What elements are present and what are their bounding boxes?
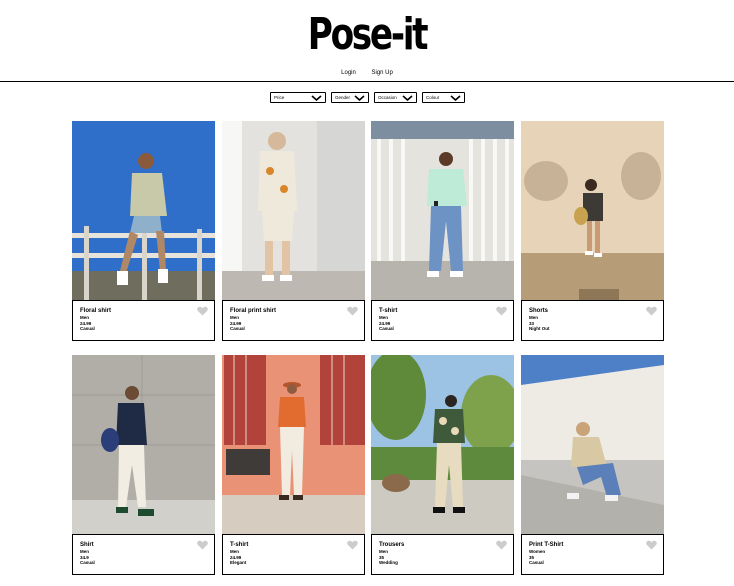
product-occasion: Wedding	[379, 560, 398, 566]
product-info: Floral print shirt Men 24.99 Casual	[222, 300, 365, 341]
product-info: Shorts Men 33 Night Out	[521, 300, 664, 341]
product-occasion: Casual	[379, 326, 394, 332]
product-info: Trousers Men 35 Wedding	[371, 534, 514, 575]
product-info: T-shirt Men 24.99 Casual	[371, 300, 514, 341]
product-info: Print T-Shirt Women 35 Casual	[521, 534, 664, 575]
colour-filter[interactable]: Colour	[422, 92, 465, 103]
product-occasion: Casual	[80, 560, 95, 566]
gender-filter[interactable]: Gender	[331, 92, 369, 103]
colour-filter-label: Colour	[426, 95, 440, 100]
product-photo[interactable]	[72, 121, 215, 300]
heart-icon[interactable]	[347, 540, 358, 550]
product-photo[interactable]	[521, 355, 664, 534]
product-name: Floral shirt	[80, 308, 112, 314]
product-name: Shirt	[80, 542, 94, 548]
product-photo[interactable]	[222, 121, 365, 300]
heart-icon[interactable]	[197, 540, 208, 550]
product-name: Print T-Shirt	[529, 542, 564, 548]
auth-links: Login Sign Up	[0, 70, 734, 76]
product-occasion: Elegant	[230, 560, 247, 566]
price-filter-label: Price	[274, 95, 285, 100]
product-occasion: Night Out	[529, 326, 550, 332]
brand-logo[interactable]: Pose-it	[81, 8, 654, 62]
heart-icon[interactable]	[347, 306, 358, 316]
product-photo[interactable]	[371, 121, 514, 300]
occasion-filter-label: Occasion	[378, 95, 397, 100]
filter-bar: Price Gender Occasion Colour	[270, 92, 465, 103]
login-link[interactable]: Login	[341, 70, 356, 76]
heart-icon[interactable]	[197, 306, 208, 316]
product-occasion: Casual	[80, 326, 95, 332]
product-photo[interactable]	[222, 355, 365, 534]
chevron-down-icon	[311, 94, 322, 101]
header-divider	[0, 81, 734, 82]
product-photo[interactable]	[521, 121, 664, 300]
product-card[interactable]: Shirt Men 34.9 Casual	[72, 355, 215, 575]
product-card[interactable]: Floral print shirt Men 24.99 Casual	[222, 121, 365, 341]
heart-icon[interactable]	[646, 540, 657, 550]
chevron-down-icon	[402, 94, 413, 101]
price-filter[interactable]: Price	[270, 92, 326, 103]
occasion-filter[interactable]: Occasion	[374, 92, 417, 103]
product-card[interactable]: T-shirt Men 24.99 Casual	[371, 121, 514, 341]
product-info: Shirt Men 34.9 Casual	[72, 534, 215, 575]
product-name: Trousers	[379, 542, 405, 548]
chevron-down-icon	[354, 94, 365, 101]
signup-link[interactable]: Sign Up	[372, 70, 393, 76]
heart-icon[interactable]	[496, 306, 507, 316]
product-photo[interactable]	[371, 355, 514, 534]
product-occasion: Casual	[230, 326, 245, 332]
product-name: T-shirt	[230, 542, 249, 548]
product-card[interactable]: Floral shirt Men 24.99 Casual	[72, 121, 215, 341]
product-card[interactable]: Trousers Men 35 Wedding	[371, 355, 514, 575]
heart-icon[interactable]	[496, 540, 507, 550]
product-occasion: Casual	[529, 560, 544, 566]
product-info: T-shirt Men 24.99 Elegant	[222, 534, 365, 575]
product-info: Floral shirt Men 24.99 Casual	[72, 300, 215, 341]
heart-icon[interactable]	[646, 306, 657, 316]
product-name: Floral print shirt	[230, 308, 277, 314]
chevron-down-icon	[450, 94, 461, 101]
product-name: T-shirt	[379, 308, 398, 314]
gender-filter-label: Gender	[335, 95, 351, 100]
product-card[interactable]: Shorts Men 33 Night Out	[521, 121, 664, 341]
product-photo[interactable]	[72, 355, 215, 534]
product-card[interactable]: T-shirt Men 24.99 Elegant	[222, 355, 365, 575]
product-name: Shorts	[529, 308, 549, 314]
product-card[interactable]: Print T-Shirt Women 35 Casual	[521, 355, 664, 575]
